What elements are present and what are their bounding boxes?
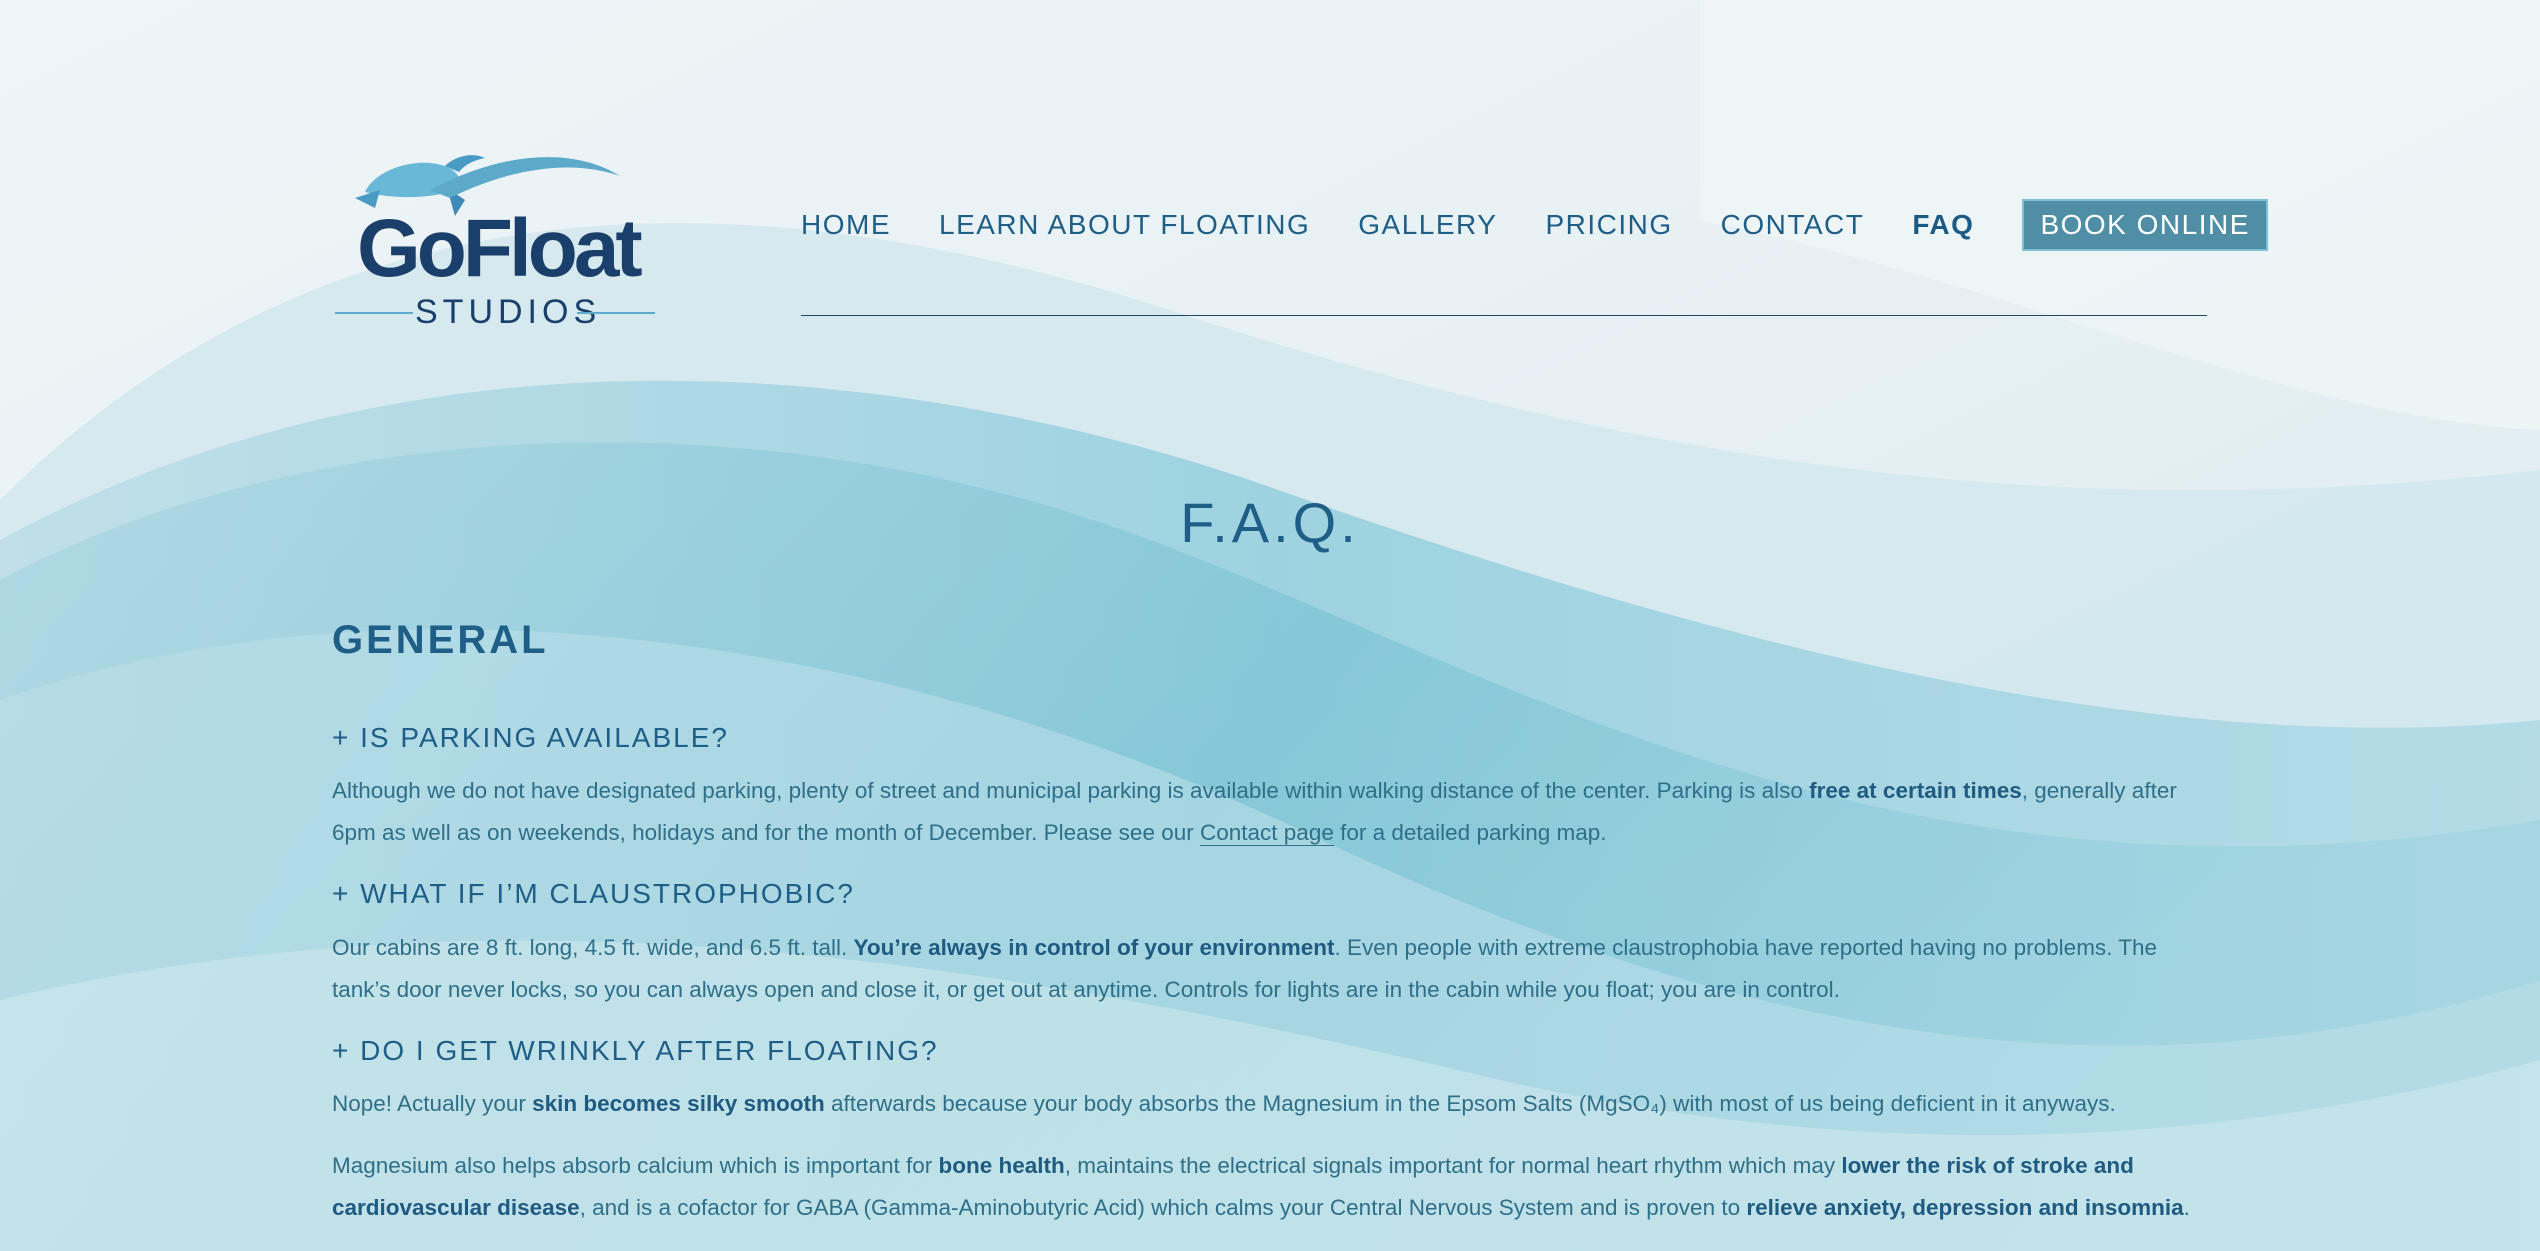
faq-item: + WHAT IF I’M CLAUSTROPHOBIC? Our cabins… — [332, 876, 2212, 1010]
contact-page-link[interactable]: Contact page — [1200, 820, 1334, 847]
answer-highlight: You’re always in control of your environ… — [853, 934, 1335, 960]
answer-highlight: free at certain times — [1809, 778, 2022, 804]
faq-item: + IS PARKING AVAILABLE? Although we do n… — [332, 720, 2212, 854]
logo-divider — [577, 312, 655, 314]
faq-answer-wrinkly-1: Nope! Actually your skin becomes silky s… — [332, 1083, 2212, 1125]
answer-text: , and is a cofactor for GABA (Gamma-Amin… — [579, 1195, 1747, 1221]
answer-highlight: skin becomes silky smooth — [532, 1091, 825, 1117]
faq-item: + DO I GET WRINKLY AFTER FLOATING? Nope!… — [332, 1033, 2212, 1229]
page: GoFloat STUDIOS HOME LEARN ABOUT FLOATIN… — [0, 0, 2540, 1251]
book-online-button[interactable]: BOOK ONLINE — [2022, 199, 2268, 251]
faq-question-parking[interactable]: + IS PARKING AVAILABLE? — [332, 720, 2212, 756]
faq-answer-wrinkly-2: Magnesium also helps absorb calcium whic… — [332, 1145, 2212, 1229]
nav-home[interactable]: HOME — [801, 209, 891, 241]
logo-subtitle: STUDIOS — [335, 292, 655, 332]
logo-subtitle-text: STUDIOS — [415, 293, 602, 331]
section-title-general: GENERAL — [332, 618, 549, 662]
faq-list: + IS PARKING AVAILABLE? Although we do n… — [332, 720, 2212, 1251]
nav-gallery[interactable]: GALLERY — [1358, 209, 1497, 241]
answer-text: . — [2183, 1195, 2190, 1221]
nav-pricing[interactable]: PRICING — [1545, 209, 1672, 241]
answer-text: , maintains the electrical signals impor… — [1064, 1153, 1842, 1179]
answer-text: for a detailed parking map. — [1333, 820, 1607, 846]
faq-question-wrinkly[interactable]: + DO I GET WRINKLY AFTER FLOATING? — [332, 1033, 2212, 1069]
nav-faq[interactable]: FAQ — [1912, 209, 1974, 241]
answer-text: Although we do not have designated parki… — [332, 778, 1810, 804]
answer-text: Nope! Actually your — [332, 1091, 533, 1117]
gofloat-logo[interactable]: GoFloat STUDIOS — [335, 150, 655, 332]
answer-highlight: bone health — [938, 1153, 1065, 1179]
page-title: F.A.Q. — [1180, 491, 1360, 554]
answer-text: Magnesium also helps absorb calcium whic… — [332, 1153, 939, 1179]
nav-divider — [801, 315, 2207, 316]
nav-learn-about-floating[interactable]: LEARN ABOUT FLOATING — [939, 209, 1310, 241]
main-nav: HOME LEARN ABOUT FLOATING GALLERY PRICIN… — [801, 199, 2268, 251]
answer-highlight: relieve anxiety, depression and insomnia — [1746, 1195, 2184, 1221]
faq-question-claustrophobic[interactable]: + WHAT IF I’M CLAUSTROPHOBIC? — [332, 876, 2212, 912]
nav-contact[interactable]: CONTACT — [1721, 209, 1865, 241]
logo-wordmark: GoFloat — [357, 203, 643, 294]
faq-answer-parking: Although we do not have designated parki… — [332, 770, 2212, 854]
faq-answer-claustrophobic: Our cabins are 8 ft. long, 4.5 ft. wide,… — [332, 927, 2212, 1011]
answer-text: afterwards because your body absorbs the… — [824, 1091, 2116, 1117]
logo-divider — [335, 312, 413, 314]
answer-text: Our cabins are 8 ft. long, 4.5 ft. wide,… — [332, 934, 854, 960]
